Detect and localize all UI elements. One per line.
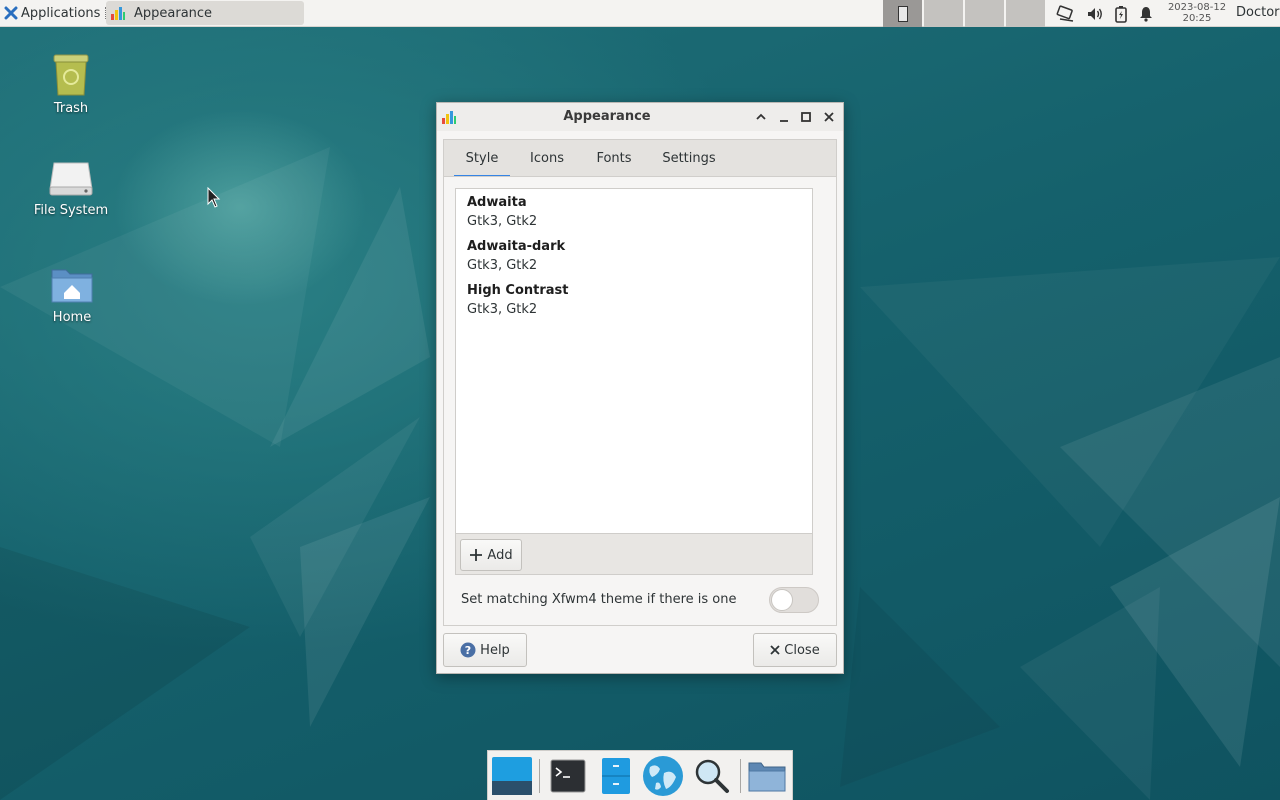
user-menu[interactable]: Doctor xyxy=(1236,5,1280,20)
workspace-2[interactable] xyxy=(924,0,963,27)
desktop-icon-label: File System xyxy=(33,203,109,218)
dock-terminal[interactable] xyxy=(546,755,590,797)
help-button[interactable]: ? Help xyxy=(443,633,527,667)
add-label: Add xyxy=(487,547,513,563)
theme-item-adwaita-dark[interactable]: Adwaita-dark Gtk3, Gtk2 xyxy=(467,237,565,275)
taskbar-label: Appearance xyxy=(134,5,213,21)
svg-text:?: ? xyxy=(465,644,471,657)
desktop-icon-home[interactable]: Home xyxy=(22,264,122,325)
volume-icon[interactable] xyxy=(1086,6,1104,22)
theme-item-high-contrast[interactable]: High Contrast Gtk3, Gtk2 xyxy=(467,281,569,319)
theme-toolkits: Gtk3, Gtk2 xyxy=(467,214,538,229)
desktop-icon-label: Home xyxy=(52,310,92,325)
minimize-icon xyxy=(780,120,788,122)
theme-list-toolbar: Add xyxy=(455,533,813,575)
dock-separator xyxy=(539,759,540,793)
trash-icon xyxy=(53,54,89,96)
plus-icon xyxy=(470,549,483,561)
dock-file-manager[interactable] xyxy=(594,755,638,797)
help-icon: ? xyxy=(460,642,476,658)
xfce-logo-icon xyxy=(4,6,18,20)
workspace-3[interactable] xyxy=(965,0,1004,27)
clock-date: 2023-08-12 xyxy=(1167,2,1227,13)
close-window-button[interactable] xyxy=(822,110,836,124)
notification-bell-icon[interactable] xyxy=(1138,6,1154,22)
desktop-icon-label: Trash xyxy=(53,101,89,116)
theme-toolkits: Gtk3, Gtk2 xyxy=(467,258,538,273)
close-icon xyxy=(824,112,834,122)
file-manager-icon xyxy=(602,758,630,794)
tab-bar: Style Icons Fonts Settings xyxy=(443,139,837,178)
terminal-icon xyxy=(550,759,586,793)
chevron-up-icon xyxy=(756,113,766,120)
dock-panel xyxy=(487,750,793,800)
workspace-4[interactable] xyxy=(1006,0,1045,27)
switch-knob xyxy=(771,589,793,611)
taskbar-button-appearance[interactable]: Appearance xyxy=(106,1,304,25)
close-icon xyxy=(770,645,780,655)
mouse-pointer-icon xyxy=(207,187,221,208)
desktop-icon-file-system[interactable]: File System xyxy=(21,159,121,218)
theme-name: Adwaita xyxy=(467,195,527,210)
applications-menu[interactable]: Applications xyxy=(0,0,111,27)
tab-icons[interactable]: Icons xyxy=(526,140,568,178)
window-thumbnail xyxy=(897,5,908,22)
home-folder-icon xyxy=(51,269,93,303)
xfwm4-theme-switch[interactable] xyxy=(769,587,819,613)
battery-icon[interactable] xyxy=(1114,5,1128,23)
close-label: Close xyxy=(784,642,820,658)
close-button[interactable]: Close xyxy=(753,633,837,667)
maximize-icon xyxy=(801,112,811,122)
dock-web-browser[interactable] xyxy=(641,755,685,797)
appearance-window: Appearance Style Icons Fonts Settings Ad… xyxy=(436,102,844,674)
dock-separator xyxy=(740,759,741,793)
help-label: Help xyxy=(480,642,510,658)
theme-name: Adwaita-dark xyxy=(467,239,566,254)
dock-app-finder[interactable] xyxy=(690,755,734,797)
network-icon[interactable] xyxy=(1056,4,1076,23)
theme-name: High Contrast xyxy=(467,283,569,298)
theme-item-adwaita[interactable]: Adwaita Gtk3, Gtk2 xyxy=(467,193,537,231)
add-theme-button[interactable]: Add xyxy=(460,539,522,571)
appearance-app-icon xyxy=(111,7,125,20)
theme-list[interactable]: Adwaita Gtk3, Gtk2 Adwaita-dark Gtk3, Gt… xyxy=(455,188,813,534)
desktop-icon-trash[interactable]: Trash xyxy=(21,51,121,116)
dock-show-desktop[interactable] xyxy=(490,755,534,797)
shade-button[interactable] xyxy=(754,110,768,124)
tab-fonts[interactable]: Fonts xyxy=(592,140,636,178)
clock[interactable]: 2023-08-12 20:25 xyxy=(1164,2,1230,24)
xfwm4-switch-label: Set matching Xfwm4 theme if there is one xyxy=(461,592,737,607)
applications-label: Applications xyxy=(21,5,101,21)
tab-style[interactable]: Style xyxy=(454,140,510,178)
workspace-1[interactable] xyxy=(883,0,922,27)
theme-toolkits: Gtk3, Gtk2 xyxy=(467,302,538,317)
folder-icon xyxy=(748,762,786,792)
show-desktop-icon xyxy=(492,757,532,795)
tab-settings[interactable]: Settings xyxy=(659,140,719,178)
dock-folder[interactable] xyxy=(745,755,789,797)
window-title: Appearance xyxy=(563,109,651,124)
top-panel: Applications Appearance 2023-08-12 20:25… xyxy=(0,0,1280,27)
minimize-button[interactable] xyxy=(777,110,791,124)
system-tray xyxy=(1056,0,1154,27)
clock-time: 20:25 xyxy=(1182,13,1212,24)
maximize-button[interactable] xyxy=(799,110,813,124)
workspace-switcher xyxy=(883,0,1045,27)
web-browser-icon xyxy=(643,756,683,796)
drive-icon xyxy=(49,162,93,196)
app-finder-icon xyxy=(695,759,729,793)
window-titlebar[interactable]: Appearance xyxy=(437,103,843,131)
